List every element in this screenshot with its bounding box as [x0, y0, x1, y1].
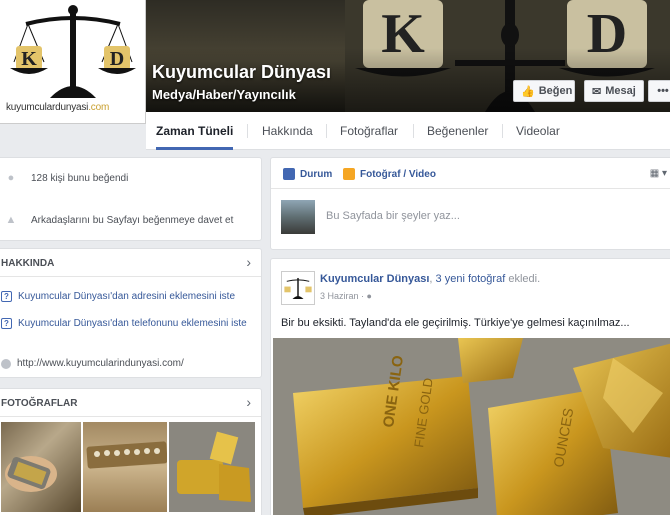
tab-divider: [413, 124, 414, 138]
photo-thumbnail[interactable]: [1, 422, 81, 512]
audience-dropdown[interactable]: ▦ ▾: [650, 168, 667, 179]
tab-about[interactable]: Hakkında: [262, 112, 313, 150]
composer-tab-status[interactable]: Durum: [283, 168, 332, 180]
timeline-post: Kuyumcular Dünyası, 3 yeni fotoğraf ekle…: [270, 258, 670, 515]
tab-timeline[interactable]: Zaman Tüneli: [156, 112, 234, 150]
chevron-right-icon: ›: [246, 394, 251, 410]
photo-thumbnail[interactable]: [83, 422, 167, 512]
photos-card: FOTOĞRAFLAR ›: [0, 388, 262, 515]
photo-tab-label: Fotoğraf / Video: [360, 168, 436, 180]
logo-site-text: kuyumculardunyasi.com: [6, 102, 110, 113]
ask-phone-text: Kuyumcular Dünyası'dan telefonunu ekleme…: [18, 318, 247, 329]
svg-text:D: D: [110, 48, 124, 70]
website-url: http://www.kuyumcularindunyasi.com/: [17, 358, 184, 369]
invite-friends-text: Arkadaşlarını bu Sayfayı beğenmeye davet…: [31, 214, 234, 226]
tab-videos[interactable]: Videolar: [516, 112, 560, 150]
about-card-title: HAKKINDA: [1, 258, 55, 269]
like-count-text: 128 kişi bunu beğendi: [31, 172, 129, 184]
post-composer: Durum Fotoğraf / Video ▦ ▾ Bu Sayfada bi…: [270, 157, 670, 250]
tab-likes[interactable]: Beğenenler: [427, 112, 488, 150]
photos-card-title: FOTOĞRAFLAR: [1, 398, 78, 409]
post-timestamp[interactable]: 3 Haziran · ●: [320, 291, 372, 301]
person-add-icon: ▲: [5, 214, 17, 226]
tab-divider: [247, 124, 248, 138]
svg-text:K: K: [21, 48, 37, 70]
thumbs-up-icon: 👍: [521, 85, 535, 98]
gold-bars-image: ONE KILO FINE GOLD OUNCES: [273, 338, 670, 515]
likes-card: ● 128 kişi bunu beğendi ▲ Arkadaşlarını …: [0, 157, 262, 241]
page-title[interactable]: Kuyumcular Dünyası: [152, 62, 331, 83]
hand-holding-gold-image: [5, 456, 57, 492]
website-link[interactable]: http://www.kuyumcularindunyasi.com/: [1, 357, 184, 370]
composer-divider: [271, 188, 670, 189]
post-photo[interactable]: ONE KILO FINE GOLD OUNCES: [273, 338, 670, 515]
page-category[interactable]: Medya/Haber/Yayıncılık: [152, 87, 296, 102]
composer-input[interactable]: Bu Sayfada bir şeyler yaz...: [326, 210, 460, 222]
post-action-text: ekledi.: [505, 273, 541, 285]
tab-photos[interactable]: Fotoğraflar: [340, 112, 398, 150]
question-icon: ?: [1, 291, 12, 302]
ask-address-link[interactable]: ? Kuyumcular Dünyası'dan adresini ekleme…: [1, 290, 235, 303]
question-icon: ?: [1, 318, 12, 329]
message-button-label: Mesaj: [605, 85, 636, 97]
tab-divider: [326, 124, 327, 138]
pencil-icon: [283, 168, 295, 180]
page-tab-bar: Zaman Tüneli Hakkında Fotoğraflar Beğene…: [146, 112, 670, 150]
profile-picture[interactable]: K D kuyumculardunyasi.com: [0, 0, 146, 124]
post-header: Kuyumcular Dünyası, 3 yeni fotoğraf ekle…: [320, 273, 540, 285]
invite-friends-row[interactable]: ▲ Arkadaşlarını bu Sayfayı beğenmeye dav…: [5, 214, 234, 226]
chevron-right-icon: ›: [246, 254, 251, 270]
like-button-label: Beğen: [538, 85, 573, 97]
post-date-text: 3 Haziran ·: [320, 291, 367, 301]
post-author-link[interactable]: Kuyumcular Dünyası: [320, 273, 429, 285]
broken-gold-bar-image: [177, 431, 251, 502]
post-photos-link[interactable]: 3 yeni fotoğraf: [436, 273, 506, 285]
chat-bubble-icon: ✉: [592, 85, 602, 98]
people-icon: ●: [7, 172, 15, 184]
about-card-header[interactable]: HAKKINDA ›: [0, 249, 261, 277]
ask-phone-link[interactable]: ? Kuyumcular Dünyası'dan telefonunu ekle…: [1, 317, 251, 330]
globe-icon: ●: [366, 291, 372, 301]
more-options-button[interactable]: •••: [648, 80, 670, 102]
photos-card-header[interactable]: FOTOĞRAFLAR ›: [0, 389, 261, 417]
about-card: HAKKINDA › ? Kuyumcular Dünyası'dan adre…: [0, 248, 262, 378]
status-tab-label: Durum: [300, 168, 333, 180]
like-page-button[interactable]: 👍 Beğen: [513, 80, 575, 102]
camera-icon: [343, 168, 355, 180]
composer-tab-photo[interactable]: Fotoğraf / Video: [343, 168, 436, 180]
globe-icon: [1, 359, 11, 369]
logo-scales-icon: K D: [10, 5, 136, 98]
ask-address-text: Kuyumcular Dünyası'dan adresini eklemesi…: [18, 291, 236, 302]
avatar: [281, 200, 315, 234]
message-button[interactable]: ✉ Mesaj: [584, 80, 644, 102]
post-body-text: Bir bu eksikti. Tayland'da ele geçirilmi…: [281, 317, 630, 329]
like-count-row[interactable]: ● 128 kişi bunu beğendi: [5, 172, 129, 184]
gold-bar-closeup-image: [86, 441, 167, 469]
photo-thumbnail[interactable]: [169, 422, 255, 512]
post-author-avatar[interactable]: [281, 271, 315, 305]
ellipsis-icon: •••: [657, 85, 669, 97]
tab-divider: [502, 124, 503, 138]
logo-scales-icon: [284, 277, 312, 299]
